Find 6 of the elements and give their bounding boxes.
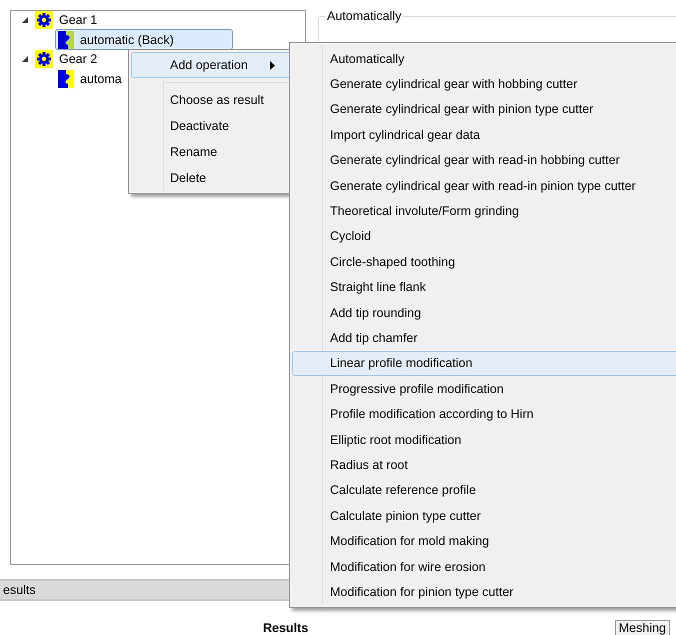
group-title: Automatically xyxy=(325,9,404,23)
section-heading: Results xyxy=(263,621,308,635)
tree-label: automatic (Back) xyxy=(80,32,174,46)
tree-label: Gear 2 xyxy=(59,52,98,66)
tree-label: automa xyxy=(80,72,122,86)
tree-label: Gear 1 xyxy=(59,13,98,27)
